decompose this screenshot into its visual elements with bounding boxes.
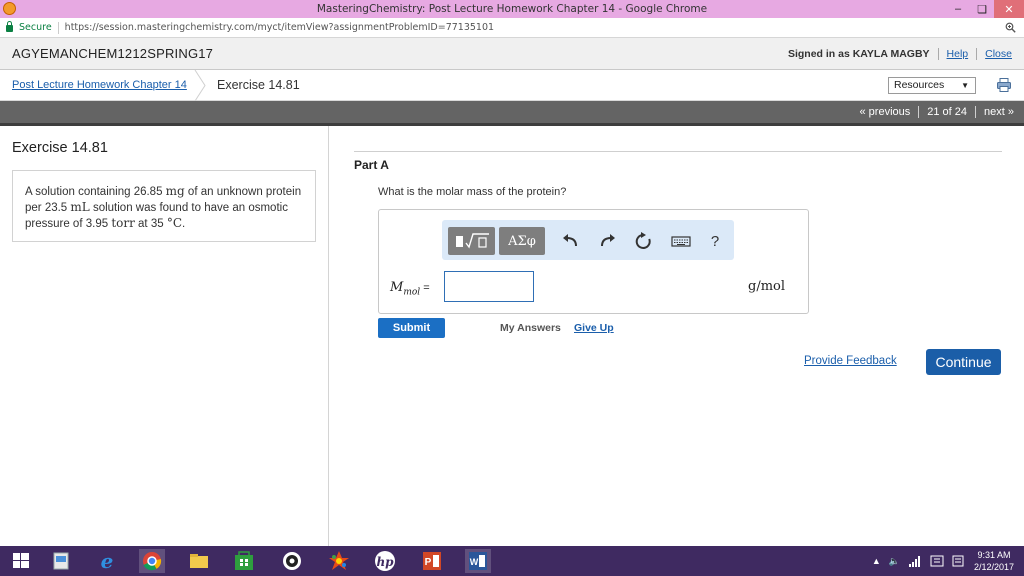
problem-unit: mg — [165, 184, 185, 198]
answer-variable-label: Mmol = — [390, 280, 430, 298]
part-divider — [354, 151, 1002, 152]
file-explorer-icon[interactable] — [186, 549, 212, 573]
answer-unit-label: g/mol — [748, 279, 786, 294]
resources-label: Resources — [894, 79, 945, 91]
keyboard-icon[interactable] — [670, 231, 692, 251]
word-icon[interactable]: W — [465, 549, 491, 573]
math-toolbar: ΑΣφ ? — [442, 220, 734, 260]
breadcrumb-assignment-link[interactable]: Post Lecture Homework Chapter 14 — [12, 79, 187, 91]
header-separator — [976, 48, 978, 60]
taskbar-clock[interactable]: 9:31 AM 2/12/2017 — [974, 549, 1014, 573]
pager-position: 21 of 24 — [927, 106, 968, 118]
chevron-down-icon: ▼ — [961, 81, 969, 90]
tray-expand-icon[interactable]: ▲ — [872, 556, 881, 566]
help-button[interactable]: ? — [708, 231, 722, 251]
part-title: Part A — [354, 158, 389, 172]
submit-button[interactable]: Submit — [378, 318, 445, 338]
svg-text:W: W — [470, 557, 479, 567]
close-window-button[interactable]: ✕ — [994, 0, 1024, 18]
document-viewer-icon[interactable] — [48, 549, 74, 573]
equals-sign: = — [420, 282, 430, 294]
pager-separator — [918, 106, 920, 118]
undo-icon[interactable] — [561, 231, 581, 251]
problem-unit: mL — [70, 200, 90, 214]
exercise-title: Exercise 14.81 — [12, 140, 108, 156]
lock-icon — [6, 21, 13, 32]
pager: « previous 21 of 24 next » — [860, 106, 1014, 118]
redo-icon[interactable] — [597, 231, 617, 251]
give-up-link[interactable]: Give Up — [574, 322, 614, 334]
provide-feedback-link[interactable]: Provide Feedback — [804, 355, 897, 367]
previous-link[interactable]: « previous — [860, 106, 911, 118]
paint-app-icon[interactable] — [326, 549, 352, 573]
input-method-icon[interactable] — [930, 555, 944, 567]
continue-button[interactable]: Continue — [926, 349, 1001, 375]
close-link[interactable]: Close — [985, 48, 1012, 60]
problem-unit: torr — [111, 216, 135, 230]
clock-date: 2/12/2017 — [973, 562, 1014, 572]
svg-text:e: e — [101, 549, 114, 573]
powerpoint-icon[interactable]: P — [419, 549, 445, 573]
problem-panel: Exercise 14.81 A solution containing 26.… — [0, 126, 329, 546]
resources-dropdown[interactable]: Resources ▼ — [888, 77, 976, 94]
address-bar[interactable]: Secure https://session.masteringchemistr… — [0, 18, 1024, 38]
help-link[interactable]: Help — [947, 48, 969, 60]
store-icon[interactable] — [231, 549, 257, 573]
breadcrumb-chevron-icon — [194, 70, 206, 101]
svg-text:hp: hp — [376, 555, 394, 569]
header-account-links: Signed in as KAYLA MAGBY Help Close — [788, 48, 1012, 60]
question-text: What is the molar mass of the protein? — [378, 186, 567, 198]
browser-title-bar: MasteringChemistry: Post Lecture Homewor… — [0, 0, 1024, 18]
pager-separator — [975, 106, 977, 118]
network-signal-icon[interactable] — [908, 555, 922, 567]
variable-subscript: mol — [403, 287, 421, 298]
header-separator — [937, 48, 939, 60]
media-app-icon[interactable] — [279, 549, 305, 573]
problem-statement: A solution containing 26.85 mg of an unk… — [12, 170, 316, 242]
hp-icon[interactable]: hp — [372, 549, 398, 573]
problem-text: A solution containing 26.85 — [25, 186, 166, 198]
course-header: AGYEMANCHEM1212SPRING17 Signed in as KAY… — [0, 38, 1024, 70]
signed-in-label: Signed in as KAYLA MAGBY — [787, 48, 930, 60]
system-tray: ▲ 🔈 9:31 AM 2/12/2017 — [872, 546, 1024, 576]
my-answers-label: My Answers — [500, 322, 561, 334]
reset-icon[interactable] — [633, 231, 653, 251]
minimize-button[interactable]: – — [946, 0, 970, 18]
window-controls: – ❏ ✕ — [946, 0, 1024, 18]
clock-time: 9:31 AM — [977, 550, 1011, 560]
address-separator — [57, 21, 59, 34]
mastering-app-icon — [3, 2, 16, 15]
printer-icon[interactable] — [996, 77, 1012, 93]
url-text[interactable]: https://session.masteringchemistry.com/m… — [65, 22, 494, 33]
window-title: MasteringChemistry: Post Lecture Homewor… — [316, 3, 708, 15]
chrome-icon[interactable] — [139, 549, 165, 573]
windows-start-icon[interactable] — [8, 549, 34, 573]
greek-symbols-button[interactable]: ΑΣφ — [499, 227, 545, 255]
zoom-icon[interactable] — [1005, 22, 1016, 33]
restore-button[interactable]: ❏ — [970, 0, 994, 18]
internet-explorer-icon[interactable]: e — [94, 549, 120, 573]
windows-taskbar: e hp P W ▲ 🔈 9:31 AM 2/12/2017 — [0, 546, 1024, 576]
course-name: AGYEMANCHEM1212SPRING17 — [12, 46, 214, 61]
next-link[interactable]: next » — [984, 106, 1014, 118]
variable-symbol: M — [390, 280, 404, 295]
templates-button[interactable] — [448, 227, 495, 255]
notifications-icon[interactable] — [952, 555, 964, 567]
breadcrumb-current: Exercise 14.81 — [217, 78, 300, 92]
answer-input[interactable] — [444, 271, 534, 302]
svg-text:P: P — [425, 557, 432, 568]
volume-icon[interactable]: 🔈 — [889, 556, 900, 567]
secure-label: Secure — [19, 22, 52, 33]
problem-text: at 35 — [134, 218, 167, 230]
breadcrumb: Post Lecture Homework Chapter 14 Exercis… — [0, 70, 1024, 101]
problem-unit: °C — [166, 216, 182, 230]
problem-text: . — [182, 218, 186, 230]
navigation-bar: « previous 21 of 24 next » — [0, 101, 1024, 126]
templates-icon — [455, 233, 489, 249]
